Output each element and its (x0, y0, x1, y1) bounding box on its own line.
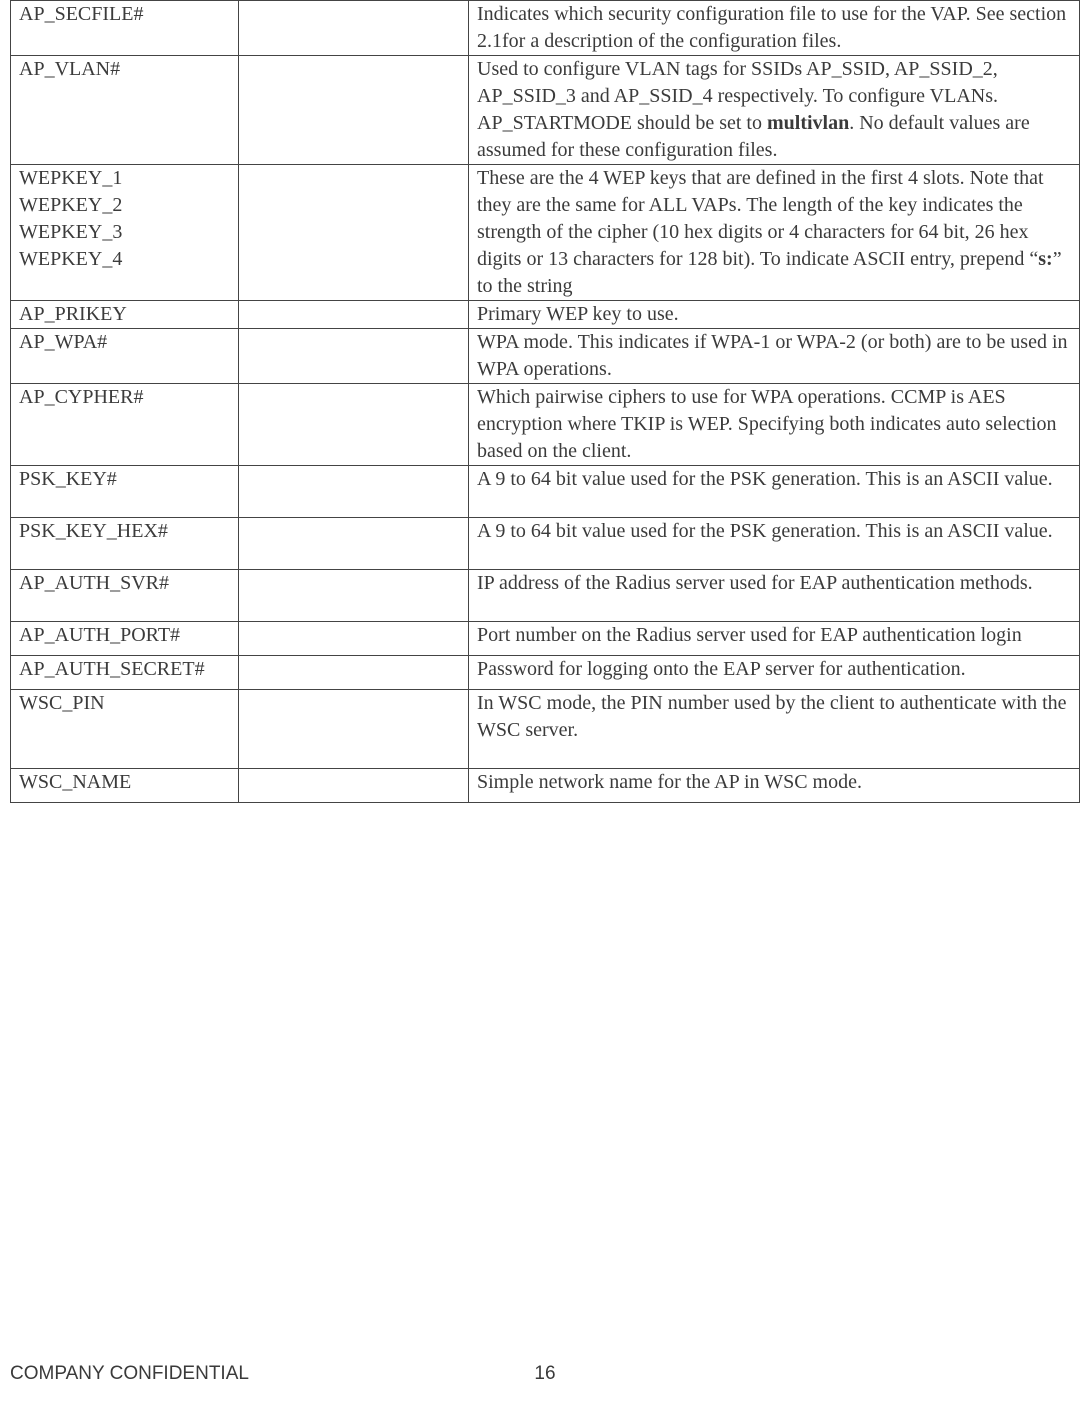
param-desc-cell: These are the 4 WEP keys that are define… (469, 165, 1080, 301)
param-blank-cell (239, 384, 469, 466)
config-table: AP_SECFILE# Indicates which security conf… (10, 0, 1080, 803)
table-row: AP_AUTH_SECRET# Password for logging onto… (11, 656, 1080, 690)
table-row: AP_VLAN# Used to configure VLAN tags for … (11, 56, 1080, 165)
param-name-cell: PSK_KEY_HEX# (11, 518, 239, 570)
param-blank-cell (239, 769, 469, 803)
param-desc-cell: In WSC mode, the PIN number used by the … (469, 690, 1080, 769)
param-name-cell: AP_WPA# (11, 329, 239, 384)
param-name-cell: AP_CYPHER# (11, 384, 239, 466)
param-name-cell: WSC_PIN (11, 690, 239, 769)
param-blank-cell (239, 570, 469, 622)
param-desc-cell: IP address of the Radius server used for… (469, 570, 1080, 622)
param-desc-cell: Password for logging onto the EAP server… (469, 656, 1080, 690)
param-name-cell: AP_SECFILE# (11, 1, 239, 56)
footer-page-number: 16 (10, 1363, 1080, 1385)
param-blank-cell (239, 518, 469, 570)
param-name-cell: PSK_KEY# (11, 466, 239, 518)
table-row: WSC_NAME Simple network name for the AP i… (11, 769, 1080, 803)
param-blank-cell (239, 656, 469, 690)
param-name-cell: AP_AUTH_SECRET# (11, 656, 239, 690)
param-desc-cell: Primary WEP key to use. (469, 301, 1080, 329)
param-desc-cell: Port number on the Radius server used fo… (469, 622, 1080, 656)
param-desc-cell: A 9 to 64 bit value used for the PSK gen… (469, 466, 1080, 518)
param-name-cell: AP_AUTH_SVR# (11, 570, 239, 622)
table-row: PSK_KEY# A 9 to 64 bit value used for the… (11, 466, 1080, 518)
param-desc-cell: A 9 to 64 bit value used for the PSK gen… (469, 518, 1080, 570)
param-blank-cell (239, 329, 469, 384)
table-row: WEPKEY_1WEPKEY_2WEPKEY_3WEPKEY_4 These ar… (11, 165, 1080, 301)
param-name-cell: AP_PRIKEY (11, 301, 239, 329)
param-blank-cell (239, 466, 469, 518)
param-desc-cell: Indicates which security configuration f… (469, 1, 1080, 56)
param-desc-cell: Used to configure VLAN tags for SSIDs AP… (469, 56, 1080, 165)
table-row: AP_PRIKEY Primary WEP key to use. (11, 301, 1080, 329)
param-name-cell: AP_AUTH_PORT# (11, 622, 239, 656)
table-row: AP_CYPHER# Which pairwise ciphers to use … (11, 384, 1080, 466)
param-name-cell: WSC_NAME (11, 769, 239, 803)
param-blank-cell (239, 165, 469, 301)
param-blank-cell (239, 301, 469, 329)
table-row: WSC_PIN In WSC mode, the PIN number used … (11, 690, 1080, 769)
param-desc-cell: Which pairwise ciphers to use for WPA op… (469, 384, 1080, 466)
table-row: AP_AUTH_SVR# IP address of the Radius ser… (11, 570, 1080, 622)
table-row: AP_SECFILE# Indicates which security conf… (11, 1, 1080, 56)
param-blank-cell (239, 622, 469, 656)
param-blank-cell (239, 56, 469, 165)
param-name-cell: WEPKEY_1WEPKEY_2WEPKEY_3WEPKEY_4 (11, 165, 239, 301)
param-blank-cell (239, 690, 469, 769)
param-desc-cell: WPA mode. This indicates if WPA-1 or WPA… (469, 329, 1080, 384)
table-row: PSK_KEY_HEX# A 9 to 64 bit value used for… (11, 518, 1080, 570)
param-name-cell: AP_VLAN# (11, 56, 239, 165)
table-row: AP_WPA# WPA mode. This indicates if WPA-1… (11, 329, 1080, 384)
param-desc-cell: Simple network name for the AP in WSC mo… (469, 769, 1080, 803)
table-row: AP_AUTH_PORT# Port number on the Radius s… (11, 622, 1080, 656)
param-blank-cell (239, 1, 469, 56)
